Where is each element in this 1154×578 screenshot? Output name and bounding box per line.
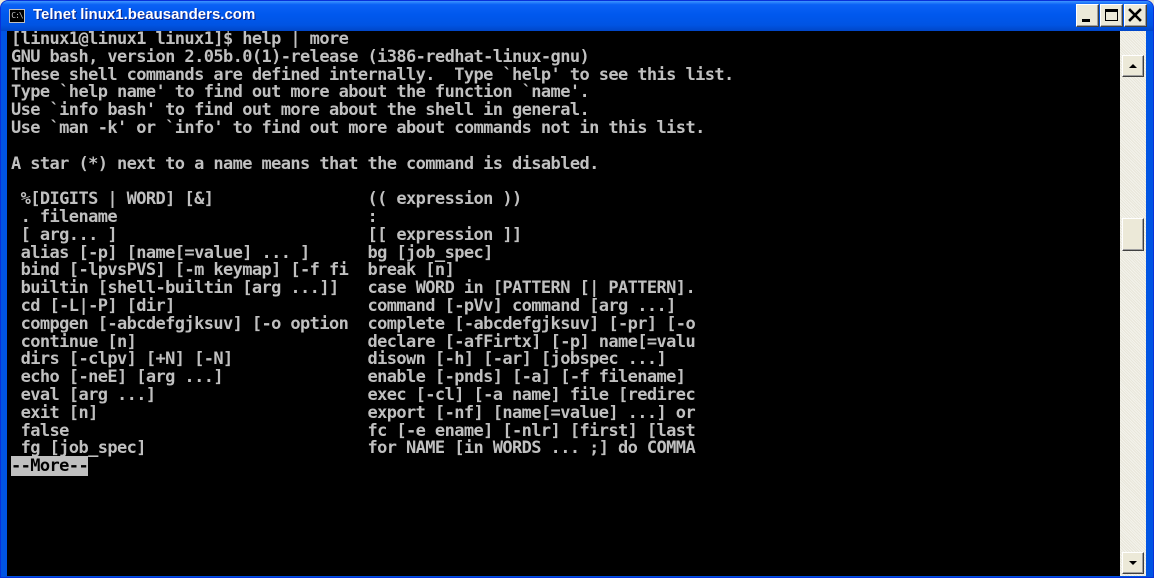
close-button[interactable] xyxy=(1124,4,1147,27)
minimize-button[interactable] xyxy=(1076,4,1099,27)
title-bar[interactable]: C:\ Telnet linux1.beausanders.com xyxy=(1,1,1153,31)
window-title: Telnet linux1.beausanders.com xyxy=(33,6,256,23)
terminal-line: GNU bash, version 2.05b.0(1)-release (i3… xyxy=(11,46,590,67)
terminal-line: [ arg... ] [[ expression ]] xyxy=(11,224,523,245)
terminal-line: compgen [-abcdefgjksuv] [-o option compl… xyxy=(11,313,696,334)
vertical-scrollbar[interactable] xyxy=(1120,31,1146,576)
console-client-area: [linux1@linux1 linux1]$ help | more GNU b… xyxy=(7,31,1146,576)
scroll-up-button[interactable] xyxy=(1122,55,1144,77)
terminal-line: Use `man -k' or `info' to find out more … xyxy=(11,117,705,138)
more-prompt-line: --More-- xyxy=(11,456,1119,477)
terminal-line: exit [n] export [-nf] [name[=value] ...]… xyxy=(11,402,696,423)
terminal-output[interactable]: [linux1@linux1 linux1]$ help | more GNU b… xyxy=(11,31,1119,576)
scroll-thumb[interactable] xyxy=(1122,218,1144,251)
maximize-icon xyxy=(1105,9,1118,21)
terminal-line: A star (*) next to a name means that the… xyxy=(11,153,599,174)
minimize-icon xyxy=(1082,19,1090,22)
more-prompt: --More-- xyxy=(11,456,89,477)
scroll-down-button[interactable] xyxy=(1122,552,1144,574)
close-icon xyxy=(1128,8,1142,22)
arrow-up-icon xyxy=(1129,64,1137,68)
console-icon[interactable]: C:\ xyxy=(9,9,25,23)
telnet-window: C:\ Telnet linux1.beausanders.com [linux… xyxy=(0,0,1154,578)
arrow-down-icon xyxy=(1129,561,1137,565)
terminal-line: fg [job_spec] for NAME [in WORDS ... ;] … xyxy=(11,438,696,459)
maximize-button[interactable] xyxy=(1100,4,1123,27)
